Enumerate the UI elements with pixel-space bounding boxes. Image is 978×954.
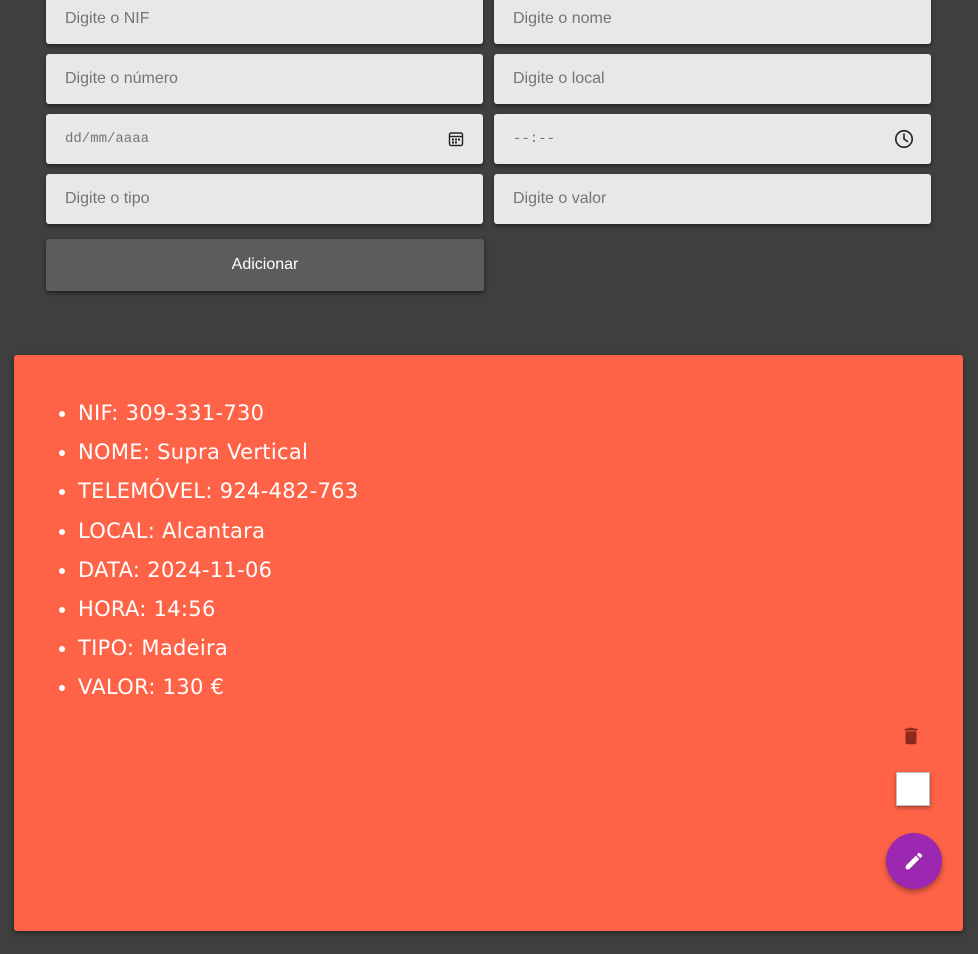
select-checkbox[interactable] <box>896 772 930 806</box>
calendar-icon[interactable] <box>446 129 466 149</box>
valor-input[interactable] <box>511 189 914 209</box>
detail-nome: NOME: Supra Vertical <box>78 433 358 472</box>
numero-field[interactable] <box>46 54 483 104</box>
add-button[interactable]: Adicionar <box>46 239 484 291</box>
nome-input[interactable] <box>511 9 914 29</box>
record-card: NIF: 309-331-730 NOME: Supra Vertical TE… <box>14 355 963 931</box>
date-input[interactable] <box>63 130 438 148</box>
nif-field[interactable] <box>46 0 483 44</box>
trash-icon[interactable] <box>900 725 922 747</box>
detail-hora: HORA: 14:56 <box>78 590 358 629</box>
pencil-icon <box>905 852 923 870</box>
tipo-input[interactable] <box>63 189 466 209</box>
detail-nif: NIF: 309-331-730 <box>78 394 358 433</box>
local-field[interactable] <box>494 54 931 104</box>
record-details-list: NIF: 309-331-730 NOME: Supra Vertical TE… <box>78 394 358 708</box>
date-field[interactable] <box>46 114 483 164</box>
detail-tipo: TIPO: Madeira <box>78 629 358 668</box>
local-input[interactable] <box>511 69 914 89</box>
nif-input[interactable] <box>63 9 466 29</box>
time-input[interactable] <box>511 130 886 148</box>
tipo-field[interactable] <box>46 174 483 224</box>
detail-data: DATA: 2024-11-06 <box>78 551 358 590</box>
nome-field[interactable] <box>494 0 931 44</box>
clock-icon[interactable] <box>894 129 914 149</box>
edit-button[interactable] <box>886 833 942 889</box>
numero-input[interactable] <box>63 69 466 89</box>
valor-field[interactable] <box>494 174 931 224</box>
time-field[interactable] <box>494 114 931 164</box>
detail-local: LOCAL: Alcantara <box>78 512 358 551</box>
detail-telemovel: TELEMÓVEL: 924-482-763 <box>78 472 358 511</box>
entry-form: Adicionar <box>0 0 978 330</box>
detail-valor: VALOR: 130 € <box>78 668 358 707</box>
